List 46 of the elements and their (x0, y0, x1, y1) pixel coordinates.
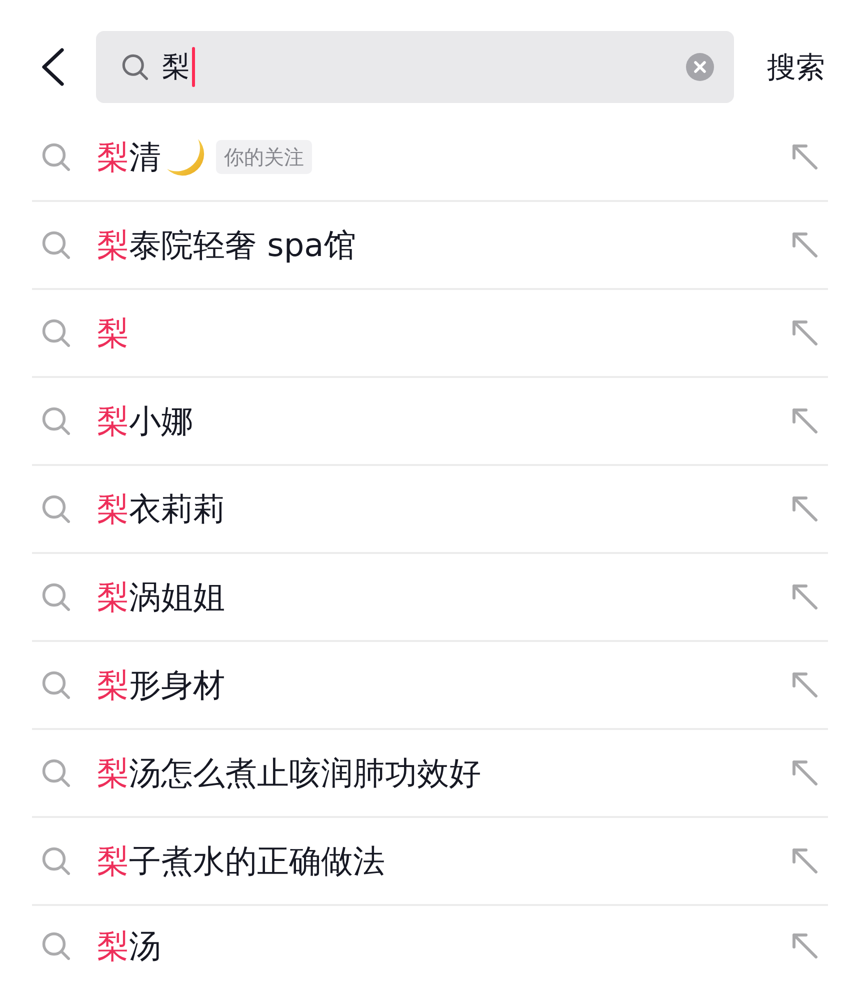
suggestion-text: 梨 (97, 317, 129, 349)
suggestion-item[interactable]: 梨子煮水的正确做法 (32, 818, 828, 906)
up-left-arrow-icon[interactable] (792, 848, 818, 874)
up-left-arrow-icon[interactable] (792, 672, 818, 698)
search-icon (42, 319, 70, 347)
search-icon (42, 583, 70, 611)
suggestion-text: 梨子煮水的正确做法 (97, 845, 385, 877)
suggestion-text: 梨形身材 (97, 669, 225, 701)
search-icon (42, 407, 70, 435)
suggestion-text: 梨小娜 (97, 405, 193, 437)
up-left-arrow-icon[interactable] (792, 144, 818, 170)
suggestion-text: 梨清 (97, 141, 161, 173)
up-left-arrow-icon[interactable] (792, 584, 818, 610)
suggestion-item[interactable]: 梨衣莉莉 (32, 466, 828, 554)
following-tag: 你的关注 (216, 140, 312, 174)
search-button[interactable]: 搜索 (767, 52, 825, 82)
suggestion-item[interactable]: 梨汤怎么煮止咳润肺功效好 (32, 730, 828, 818)
suggestion-text: 梨衣莉莉 (97, 493, 225, 525)
search-icon (42, 495, 70, 523)
up-left-arrow-icon[interactable] (792, 496, 818, 522)
suggestion-item[interactable]: 梨清 你的关注 (32, 114, 828, 202)
up-left-arrow-icon[interactable] (792, 232, 818, 258)
suggestion-item[interactable]: 梨泰院轻奢 spa馆 (32, 202, 828, 290)
clear-icon[interactable] (686, 53, 714, 81)
suggestion-item[interactable]: 梨 (32, 290, 828, 378)
search-icon (42, 847, 70, 875)
up-left-arrow-icon[interactable] (792, 760, 818, 786)
search-field[interactable]: 梨 (96, 31, 734, 103)
suggestion-item[interactable]: 梨涡姐姐 (32, 554, 828, 642)
suggestion-item[interactable]: 梨形身材 (32, 642, 828, 730)
search-icon (42, 671, 70, 699)
suggestion-text: 梨汤 (97, 930, 161, 962)
suggestion-item[interactable]: 梨汤 (32, 906, 828, 986)
search-icon (42, 231, 70, 259)
suggestion-text: 梨涡姐姐 (97, 581, 225, 613)
search-icon (42, 759, 70, 787)
up-left-arrow-icon[interactable] (792, 320, 818, 346)
search-icon (42, 932, 70, 960)
suggestion-item[interactable]: 梨小娜 (32, 378, 828, 466)
chevron-left-icon (41, 48, 65, 86)
search-icon (42, 143, 70, 171)
up-left-arrow-icon[interactable] (792, 933, 818, 959)
search-icon (122, 54, 148, 80)
up-left-arrow-icon[interactable] (792, 408, 818, 434)
suggestion-text: 梨汤怎么煮止咳润肺功效好 (97, 757, 481, 789)
suggestion-text: 梨泰院轻奢 spa馆 (97, 229, 356, 261)
